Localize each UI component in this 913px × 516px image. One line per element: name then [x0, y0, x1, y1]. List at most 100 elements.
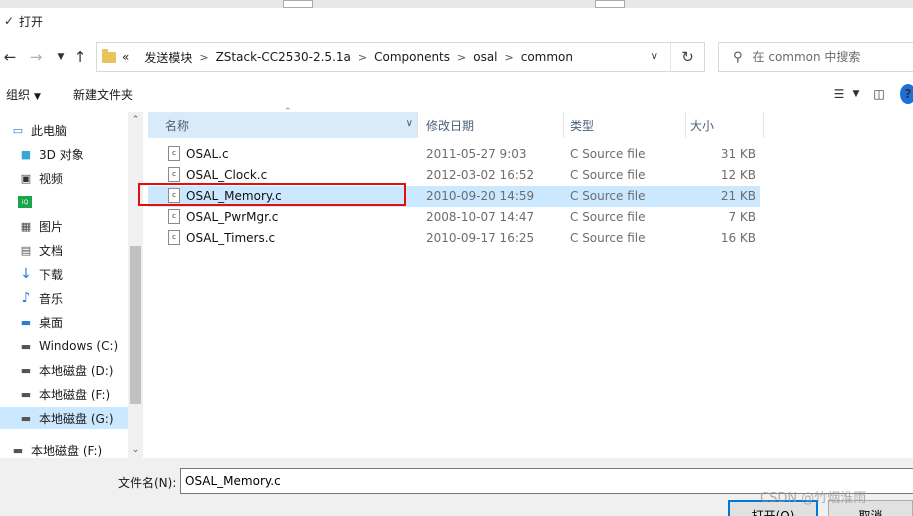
c-source-file-icon: c	[168, 146, 180, 161]
breadcrumb-separator-icon[interactable]: >	[199, 51, 208, 64]
nav-item-music[interactable]: ♪ 音乐	[18, 287, 143, 309]
background-folder-icon	[283, 0, 313, 8]
breadcrumb-item[interactable]: 发送模块	[144, 49, 192, 66]
navigation-scrollbar[interactable]: ⌃ ⌄	[128, 112, 143, 458]
file-type: C Source file	[570, 147, 646, 161]
pictures-icon: ▦	[20, 219, 32, 233]
nav-item-label: 此电脑	[31, 123, 68, 138]
nav-item-label: 本地磁盘 (F:)	[31, 443, 103, 458]
address-dropdown-chevron-icon[interactable]: ∨	[651, 51, 658, 62]
file-date: 2010-09-20 14:59	[426, 189, 535, 203]
file-type: C Source file	[570, 231, 646, 245]
nav-item-pictures[interactable]: ▦ 图片	[18, 215, 143, 237]
nav-item-drive-g[interactable]: ▬ 本地磁盘 (G:)	[0, 407, 128, 429]
new-folder-button[interactable]: 新建文件夹	[73, 86, 133, 103]
column-header-label: 修改日期	[426, 118, 475, 133]
background-window-strip	[0, 0, 913, 8]
iqiyi-icon: iQ	[18, 196, 32, 208]
breadcrumb-overflow[interactable]: «	[122, 50, 129, 64]
nav-item-videos[interactable]: ▣ 视频	[18, 167, 143, 189]
file-row[interactable]: c OSAL_Timers.c 2010-09-17 16:25 C Source…	[148, 228, 760, 249]
documents-icon: ▤	[20, 243, 32, 257]
view-options-icon[interactable]: ☰	[830, 84, 848, 104]
file-name: OSAL_Timers.c	[186, 230, 276, 245]
preview-pane-icon[interactable]: ◫	[864, 84, 894, 104]
recent-locations-chevron-icon[interactable]: ▼	[51, 47, 71, 67]
file-date: 2011-05-27 9:03	[426, 147, 527, 161]
organize-label: 组织	[6, 88, 31, 102]
nav-item-documents[interactable]: ▤ 文档	[18, 239, 143, 261]
up-arrow-icon[interactable]: ↑	[70, 47, 90, 67]
nav-item-drive-d[interactable]: ▬ 本地磁盘 (D:)	[18, 359, 143, 381]
nav-item-downloads[interactable]: ↓ 下载	[18, 263, 143, 285]
nav-item-network-drive-f[interactable]: ▬ 本地磁盘 (F:)	[10, 439, 138, 458]
drive-icon: ▬	[20, 411, 32, 425]
file-type: C Source file	[570, 210, 646, 224]
scroll-down-icon[interactable]: ⌄	[128, 442, 143, 458]
column-header-date[interactable]: 修改日期	[418, 112, 564, 138]
column-header-name[interactable]: ⌃ 名称 ∨	[148, 107, 418, 138]
drive-icon: ▬	[20, 363, 32, 377]
file-row-selected[interactable]: c OSAL_Memory.c 2010-09-20 14:59 C Source…	[148, 186, 760, 207]
music-icon: ♪	[21, 290, 31, 306]
file-size: 12 KB	[720, 168, 756, 182]
breadcrumb-separator-icon[interactable]: >	[505, 51, 514, 64]
address-bar[interactable]: « 发送模块 > ZStack-CC2530-2.5.1a > Componen…	[96, 42, 705, 72]
c-source-file-icon: c	[168, 188, 180, 203]
breadcrumb-separator-icon[interactable]: >	[358, 51, 367, 64]
nav-item-3d-objects[interactable]: ■ 3D 对象	[18, 143, 143, 165]
back-arrow-icon[interactable]: ←	[0, 47, 20, 67]
column-header-type[interactable]: 类型	[564, 112, 686, 138]
computer-icon: ▭	[12, 123, 24, 137]
chevron-down-icon[interactable]: ▼	[848, 84, 864, 104]
file-size: 7 KB	[728, 210, 756, 224]
desktop-icon: ▬	[20, 315, 32, 329]
nav-item-label: Windows (C:)	[39, 339, 119, 353]
file-list: ⌃ 名称 ∨ 修改日期 类型 大小 c OSAL.c 2011-05-27 9:0…	[148, 107, 913, 458]
scroll-up-icon[interactable]: ⌃	[128, 112, 143, 128]
nav-item-drive-f[interactable]: ▬ 本地磁盘 (F:)	[18, 383, 143, 405]
column-header-label: 名称	[165, 118, 190, 133]
nav-item-label: 视频	[39, 171, 64, 186]
download-icon: ↓	[20, 266, 32, 282]
refresh-icon[interactable]: ↻	[670, 43, 704, 71]
chevron-down-icon[interactable]: ∨	[406, 118, 413, 129]
file-date: 2012-03-02 16:52	[426, 168, 535, 182]
organize-button[interactable]: 组织 ▼	[6, 86, 41, 103]
nav-item-label: 本地磁盘 (G:)	[39, 411, 114, 426]
nav-item-drive-c[interactable]: ▬ Windows (C:)	[18, 335, 143, 357]
nav-item-label: 音乐	[39, 291, 64, 306]
search-input[interactable]	[752, 50, 903, 64]
file-row[interactable]: c OSAL_PwrMgr.c 2008-10-07 14:47 C Source…	[148, 207, 760, 228]
nav-item-label: 图片	[39, 219, 64, 234]
nav-item-label: 下载	[39, 267, 64, 282]
column-header-label: 类型	[570, 118, 595, 133]
breadcrumb-separator-icon[interactable]: >	[457, 51, 466, 64]
nav-item-desktop[interactable]: ▬ 桌面	[18, 311, 143, 333]
scrollbar-thumb[interactable]	[130, 246, 141, 404]
command-toolbar: 组织 ▼ 新建文件夹 ☰ ▼ ◫ ?	[0, 80, 913, 108]
drive-icon: ▬	[20, 387, 32, 401]
search-box[interactable]: ⚲	[718, 42, 913, 72]
breadcrumb-item[interactable]: osal	[473, 50, 497, 64]
chevron-down-icon: ▼	[34, 92, 41, 102]
watermark: CSDN @竹烟淮雨	[760, 491, 867, 506]
c-source-file-icon: c	[168, 230, 180, 245]
column-header-size[interactable]: 大小	[686, 112, 764, 138]
file-type: C Source file	[570, 189, 646, 203]
forward-arrow-icon[interactable]: →	[26, 47, 46, 67]
nav-item-label: 本地磁盘 (D:)	[39, 363, 114, 378]
nav-item-iqiyi[interactable]: iQ	[18, 191, 143, 213]
windows-drive-icon: ▬	[20, 339, 32, 353]
breadcrumb-item[interactable]: Components	[374, 50, 450, 64]
navigation-row: ← → ▼ ↑ « 发送模块 > ZStack-CC2530-2.5.1a > …	[0, 40, 913, 74]
folder-icon	[102, 48, 116, 63]
breadcrumb-item[interactable]: ZStack-CC2530-2.5.1a	[216, 50, 351, 64]
nav-item-this-pc[interactable]: ▭ 此电脑	[10, 119, 138, 141]
nav-item-label: 本地磁盘 (F:)	[39, 387, 111, 402]
file-row[interactable]: c OSAL_Clock.c 2012-03-02 16:52 C Source …	[148, 165, 760, 186]
help-icon[interactable]: ?	[900, 84, 913, 104]
file-row[interactable]: c OSAL.c 2011-05-27 9:03 C Source file 31…	[148, 144, 760, 165]
breadcrumb-item[interactable]: common	[521, 50, 573, 64]
file-size: 21 KB	[720, 189, 756, 203]
